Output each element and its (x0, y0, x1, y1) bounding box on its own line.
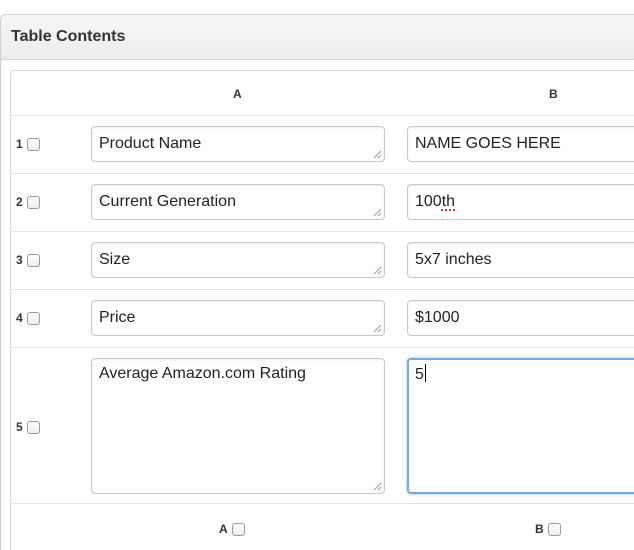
cell-a-input[interactable]: Price (91, 300, 385, 336)
spellcheck-underlined-text: th (441, 193, 456, 210)
table-row: 2 Current Generation 100th (11, 174, 634, 232)
table-header-row: A B (11, 71, 634, 116)
cell-text: Product Name (99, 135, 202, 152)
column-header-b: B (549, 87, 558, 101)
cell-text: 5 (415, 366, 424, 383)
row-number-label: 1 (16, 137, 23, 151)
cell-text-prefix: 100 (415, 193, 442, 210)
row-number-3: 3 (16, 253, 40, 267)
cell-a-input[interactable]: Product Name (91, 126, 385, 162)
cell-b-input[interactable]: NAME GOES HERE (407, 126, 634, 162)
row-select-checkbox[interactable] (26, 253, 40, 267)
footer-column-b: B (535, 522, 561, 536)
row-select-checkbox[interactable] (26, 311, 40, 325)
resize-grip-icon[interactable] (373, 482, 382, 491)
row-number-label: 2 (16, 195, 23, 209)
cell-text: Current Generation (99, 193, 236, 210)
cell-b-input[interactable]: $1000 (407, 300, 634, 336)
row-number-1: 1 (16, 137, 40, 151)
resize-grip-icon[interactable] (373, 208, 382, 217)
cell-a-input[interactable]: Current Generation (91, 184, 385, 220)
footer-column-label: B (535, 522, 544, 536)
row-number-label: 4 (16, 311, 23, 325)
table-row: 4 Price $1000 (11, 290, 634, 348)
table-row: 5 Average Amazon.com Rating 5 (11, 348, 634, 504)
resize-grip-icon[interactable] (373, 324, 382, 333)
row-select-checkbox[interactable] (26, 137, 40, 151)
resize-grip-icon[interactable] (373, 150, 382, 159)
cell-b-input[interactable]: 5x7 inches (407, 242, 634, 278)
footer-column-a: A (219, 522, 245, 536)
table-row: 1 Product Name NAME GOES HERE (11, 116, 634, 174)
table-footer-row: A B (11, 504, 634, 550)
table-contents-panel: Table Contents A B 1 Product Name NAME G… (0, 14, 634, 550)
text-caret (424, 364, 426, 382)
cell-text: 5x7 inches (415, 251, 492, 268)
cell-b-textarea-focused[interactable]: 5 (407, 358, 634, 494)
footer-column-label: A (219, 522, 228, 536)
row-number-4: 4 (16, 311, 40, 325)
cell-text: NAME GOES HERE (415, 135, 561, 152)
cell-a-textarea[interactable]: Average Amazon.com Rating (91, 358, 385, 494)
row-number-label: 5 (16, 420, 23, 434)
cell-text: Price (99, 309, 136, 326)
row-number-2: 2 (16, 195, 40, 209)
cell-text: Average Amazon.com Rating (99, 365, 306, 382)
column-select-checkbox[interactable] (231, 522, 245, 536)
cell-text: Size (99, 251, 131, 268)
row-number-label: 3 (16, 253, 23, 267)
panel-title: Table Contents (1, 15, 634, 60)
cell-b-input[interactable]: 100th (407, 184, 634, 220)
row-select-checkbox[interactable] (26, 195, 40, 209)
cell-text: $1000 (415, 309, 460, 326)
row-select-checkbox[interactable] (26, 420, 40, 434)
row-number-5: 5 (16, 420, 40, 434)
table-row: 3 Size 5x7 inches (11, 232, 634, 290)
column-header-a: A (233, 87, 242, 101)
resize-grip-icon[interactable] (373, 266, 382, 275)
contents-table: A B 1 Product Name NAME GOES HERE 2 Curr… (10, 70, 634, 550)
column-select-checkbox[interactable] (547, 522, 561, 536)
cell-a-input[interactable]: Size (91, 242, 385, 278)
